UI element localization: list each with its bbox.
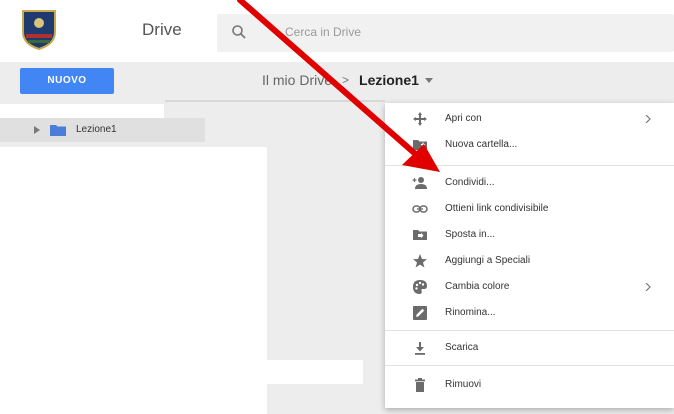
tree-item-lezione1[interactable]: Lezione1	[0, 118, 205, 142]
new-button[interactable]: NUOVO	[20, 68, 114, 94]
menu-item-rimuovi[interactable]: Rimuovi	[385, 373, 674, 397]
context-menu: Apri con Nuova cartella... Condividi... …	[385, 103, 674, 408]
menu-item-label: Scarica	[445, 342, 479, 353]
rename-icon	[413, 306, 427, 320]
menu-item-rinomina[interactable]: Rinomina...	[385, 301, 674, 325]
menu-item-apri-con[interactable]: Apri con	[385, 107, 674, 131]
download-icon	[415, 342, 425, 355]
trash-icon	[415, 378, 425, 392]
link-icon	[412, 205, 428, 213]
folder-icon	[50, 125, 66, 136]
menu-item-label: Cambia colore	[445, 281, 510, 292]
search-bar[interactable]: Cerca in Drive	[217, 14, 674, 52]
app-title: Drive	[142, 20, 182, 39]
search-input[interactable]: Cerca in Drive	[285, 25, 361, 39]
menu-item-label: Ottieni link condivisibile	[445, 203, 549, 214]
menu-item-label: Apri con	[445, 113, 482, 124]
menu-separator	[385, 365, 674, 366]
menu-item-label: Sposta in...	[445, 229, 496, 240]
new-folder-icon	[413, 140, 427, 150]
star-icon	[413, 254, 427, 268]
search-icon[interactable]	[231, 24, 247, 40]
breadcrumb-root[interactable]: Il mio Drive	[262, 72, 332, 88]
move-to-folder-icon	[413, 230, 427, 240]
move-arrows-icon	[413, 112, 427, 126]
tree-expand-icon[interactable]	[34, 126, 40, 134]
content-divider	[165, 100, 385, 102]
chevron-down-icon[interactable]	[424, 77, 433, 83]
menu-item-cambia-colore[interactable]: Cambia colore	[385, 275, 674, 299]
breadcrumb-separator: >	[342, 73, 350, 87]
chevron-right-icon	[645, 115, 651, 123]
menu-item-nuova-cartella[interactable]: Nuova cartella...	[385, 133, 674, 157]
share-person-icon	[412, 177, 427, 189]
menu-item-condividi[interactable]: Condividi...	[385, 171, 674, 195]
menu-item-label: Condividi...	[445, 177, 495, 188]
menu-separator	[385, 330, 674, 331]
menu-item-ottieni-link[interactable]: Ottieni link condivisibile	[385, 197, 674, 221]
palette-icon	[413, 280, 427, 294]
menu-item-label: Rimuovi	[445, 379, 482, 390]
tree-item-label: Lezione1	[76, 124, 117, 135]
university-crest-logo[interactable]	[20, 8, 58, 50]
menu-item-aggiungi-speciali[interactable]: Aggiungi a Speciali	[385, 249, 674, 273]
menu-item-label: Nuova cartella...	[445, 139, 518, 150]
header-bar: Drive Cerca in Drive	[0, 0, 674, 62]
breadcrumb: Il mio Drive > Lezione1	[262, 70, 433, 90]
content-area-strip	[267, 360, 363, 384]
menu-item-sposta-in[interactable]: Sposta in...	[385, 223, 674, 247]
chevron-right-icon	[645, 283, 651, 291]
sidebar-panel	[0, 147, 267, 414]
breadcrumb-current[interactable]: Lezione1	[359, 72, 419, 88]
menu-separator	[385, 165, 674, 166]
menu-item-label: Aggiungi a Speciali	[445, 255, 531, 266]
menu-item-label: Rinomina...	[445, 307, 496, 318]
menu-item-scarica[interactable]: Scarica	[385, 336, 674, 360]
